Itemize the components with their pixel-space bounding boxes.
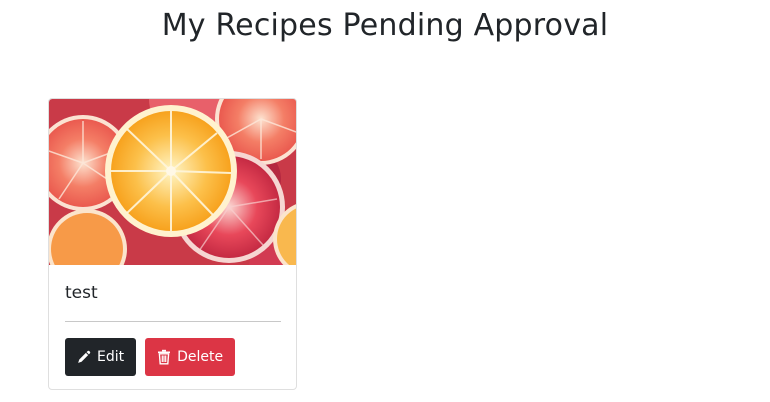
recipe-title[interactable]: test: [65, 265, 280, 304]
edit-button[interactable]: Edit: [65, 338, 137, 376]
delete-button-label: Delete: [177, 349, 224, 365]
pencil-icon: [77, 350, 91, 364]
trash-icon: [157, 349, 171, 365]
edit-button-label: Edit: [97, 349, 125, 365]
delete-button[interactable]: Delete: [145, 338, 236, 376]
recipe-card[interactable]: test Edit Delete: [48, 98, 297, 390]
card-divider: [65, 321, 281, 322]
page-title: My Recipes Pending Approval: [161, 8, 609, 43]
card-actions: Edit Delete: [65, 338, 280, 376]
recipe-image[interactable]: [49, 99, 297, 265]
card-body: test Edit Delete: [49, 265, 296, 376]
